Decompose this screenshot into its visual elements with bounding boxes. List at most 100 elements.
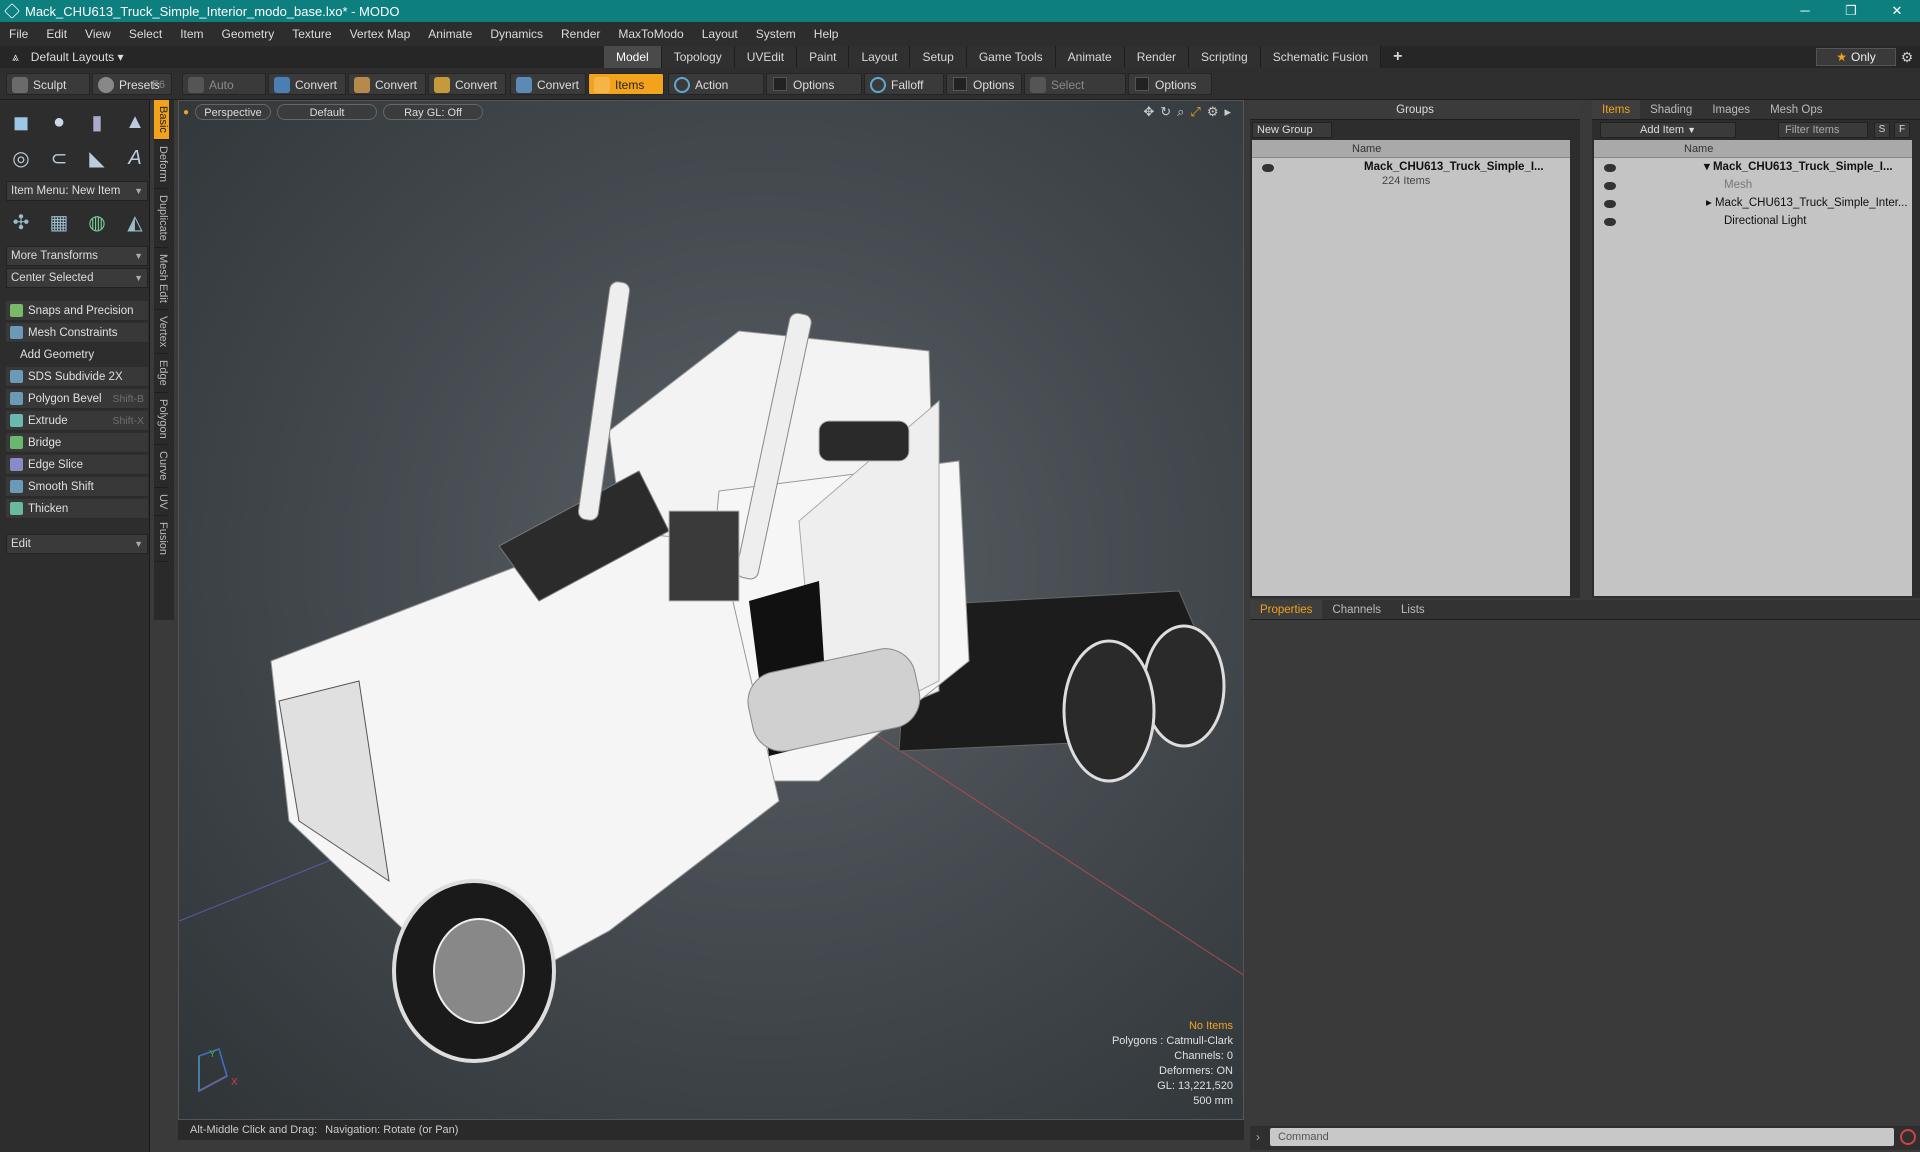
- minimize-icon[interactable]: ─: [1782, 0, 1828, 22]
- thicken-button[interactable]: Thicken: [6, 499, 148, 519]
- menu-maxtomodo[interactable]: MaxToModo: [609, 22, 692, 46]
- edge-slice-button[interactable]: Edge Slice: [6, 455, 148, 475]
- vtab-mesh-edit[interactable]: Mesh Edit: [154, 248, 169, 310]
- convert-button-3[interactable]: Convert: [428, 73, 506, 95]
- item-mesh[interactable]: Mesh: [1724, 176, 1752, 194]
- eye-icon[interactable]: [1604, 218, 1616, 226]
- vtab-edge[interactable]: Edge: [154, 354, 169, 393]
- vtab-fusion[interactable]: Fusion: [154, 516, 169, 563]
- menu-item[interactable]: Item: [171, 22, 212, 46]
- torus-icon[interactable]: ◎: [6, 144, 36, 172]
- tab-animate[interactable]: Animate: [1055, 46, 1125, 68]
- edit-dropdown[interactable]: Edit ▼: [6, 534, 148, 554]
- tab-channels[interactable]: Channels: [1322, 600, 1391, 619]
- cube-icon[interactable]: ◼: [6, 108, 36, 136]
- restore-icon[interactable]: ❐: [1828, 0, 1874, 22]
- pen-icon[interactable]: ◣: [82, 144, 112, 172]
- vtab-uv[interactable]: UV: [154, 488, 169, 517]
- item-menu-dropdown[interactable]: Item Menu: New Item ▼: [6, 181, 148, 201]
- expand-icon[interactable]: ▾: [1704, 161, 1713, 173]
- tab-topology[interactable]: Topology: [661, 46, 735, 68]
- record-icon[interactable]: [1900, 1129, 1916, 1145]
- options-button-2[interactable]: Options: [946, 73, 1022, 95]
- vtab-polygon[interactable]: Polygon: [154, 393, 169, 446]
- vtab-duplicate[interactable]: Duplicate: [154, 189, 169, 248]
- command-input[interactable]: Command: [1270, 1128, 1894, 1146]
- bridge-button[interactable]: Bridge: [6, 433, 148, 453]
- tab-shading[interactable]: Shading: [1640, 100, 1702, 119]
- options-checkbox-1[interactable]: [773, 77, 787, 91]
- menu-view[interactable]: View: [76, 22, 120, 46]
- items-mode-button[interactable]: Items: [588, 73, 664, 95]
- center-selected-dropdown[interactable]: Center Selected ▼: [6, 268, 148, 288]
- default-layouts-dropdown[interactable]: ⩓ Default Layouts ▾: [12, 46, 124, 68]
- vtab-vertex[interactable]: Vertex: [154, 310, 169, 354]
- rotate-icon[interactable]: ◍: [82, 208, 112, 236]
- tab-uvedit[interactable]: UVEdit: [734, 46, 798, 68]
- eye-icon[interactable]: [1604, 164, 1616, 172]
- extrude-button[interactable]: Extrude Shift-X: [6, 411, 148, 431]
- cone-icon[interactable]: ▲: [120, 108, 150, 136]
- tab-scripting[interactable]: Scripting: [1189, 46, 1261, 68]
- vtab-curve[interactable]: Curve: [154, 445, 169, 488]
- collapse-icon[interactable]: ▸: [1706, 197, 1715, 209]
- groups-list[interactable]: Name Mack_CHU613_Truck_Simple_I... 224 I…: [1252, 140, 1570, 596]
- tab-paint[interactable]: Paint: [797, 46, 850, 68]
- tab-model[interactable]: Model: [604, 46, 662, 68]
- tab-layout[interactable]: Layout: [849, 46, 911, 68]
- item-root-scene[interactable]: ▾ Mack_CHU613_Truck_Simple_I...: [1704, 158, 1893, 176]
- add-geometry-section[interactable]: Add Geometry: [6, 345, 148, 365]
- polygon-bevel-button[interactable]: Polygon Bevel Shift-B: [6, 389, 148, 409]
- text-icon[interactable]: A: [120, 144, 150, 172]
- gear-icon[interactable]: ⚙: [1894, 46, 1920, 68]
- menu-texture[interactable]: Texture: [283, 22, 340, 46]
- new-group-button[interactable]: New Group: [1252, 122, 1332, 138]
- add-item-button[interactable]: Add Item ▼: [1600, 122, 1736, 138]
- sds-subdivide-button[interactable]: SDS Subdivide 2X: [6, 367, 148, 387]
- menu-edit[interactable]: Edit: [37, 22, 76, 46]
- tab-items[interactable]: Items: [1592, 100, 1641, 119]
- items-list[interactable]: Name ▾ Mack_CHU613_Truck_Simple_I... Mes…: [1594, 140, 1912, 596]
- tab-render[interactable]: Render: [1124, 46, 1190, 68]
- tab-mesh-ops[interactable]: Mesh Ops: [1760, 100, 1832, 119]
- capsule-icon[interactable]: ⊂: [44, 144, 74, 172]
- cylinder-icon[interactable]: ▮: [82, 108, 112, 136]
- action-center-button[interactable]: Action Center: [668, 73, 764, 114]
- select-through-button[interactable]: Select Through: [1024, 73, 1126, 114]
- options-checkbox-2[interactable]: [953, 77, 967, 91]
- mesh-constraints-button[interactable]: Mesh Constraints: [6, 323, 148, 343]
- menu-dynamics[interactable]: Dynamics: [481, 22, 552, 46]
- tab-properties[interactable]: Properties: [1250, 600, 1323, 619]
- item-directional-light[interactable]: Directional Light: [1724, 212, 1806, 230]
- only-toggle[interactable]: ★ Only: [1816, 48, 1896, 66]
- tab-schematic-fusion[interactable]: Schematic Fusion: [1260, 46, 1382, 68]
- menu-file[interactable]: File: [0, 22, 37, 46]
- menu-help[interactable]: Help: [805, 22, 848, 46]
- convert-button-4[interactable]: Convert: [510, 73, 586, 95]
- menu-animate[interactable]: Animate: [419, 22, 481, 46]
- convert-button-2[interactable]: Convert: [348, 73, 426, 95]
- menu-layout[interactable]: Layout: [693, 22, 747, 46]
- filter-items-input[interactable]: Filter Items: [1778, 122, 1868, 138]
- scale-icon[interactable]: ◭: [120, 208, 150, 236]
- smooth-shift-button[interactable]: Smooth Shift: [6, 477, 148, 497]
- transform-icon[interactable]: ✣: [6, 208, 36, 236]
- 3d-viewport[interactable]: ● Perspective Default Ray GL: Off ✥ ↻ ⌕ …: [178, 100, 1244, 1120]
- eye-icon[interactable]: [1604, 200, 1616, 208]
- more-transforms-dropdown[interactable]: More Transforms ▼: [6, 246, 148, 266]
- snaps-precision-button[interactable]: Snaps and Precision: [6, 301, 148, 321]
- options-button-1[interactable]: Options: [766, 73, 862, 95]
- falloff-button[interactable]: Falloff: [864, 73, 944, 95]
- eye-icon[interactable]: [1604, 182, 1616, 190]
- menu-render[interactable]: Render: [552, 22, 609, 46]
- item-child-mesh[interactable]: ▸ Mack_CHU613_Truck_Simple_Inter...: [1706, 194, 1908, 212]
- scene-canvas[interactable]: X Y: [179, 101, 1244, 1120]
- sculpt-button[interactable]: Sculpt: [6, 73, 90, 95]
- menu-select[interactable]: Select: [120, 22, 171, 46]
- menu-vertex-map[interactable]: Vertex Map: [341, 22, 420, 46]
- auto-select-button[interactable]: Auto Select: [182, 73, 266, 114]
- truck-model[interactable]: [270, 281, 1226, 1063]
- tab-images[interactable]: Images: [1702, 100, 1760, 119]
- convert-button-1[interactable]: Convert: [268, 73, 346, 95]
- grid-icon[interactable]: ▦: [44, 208, 74, 236]
